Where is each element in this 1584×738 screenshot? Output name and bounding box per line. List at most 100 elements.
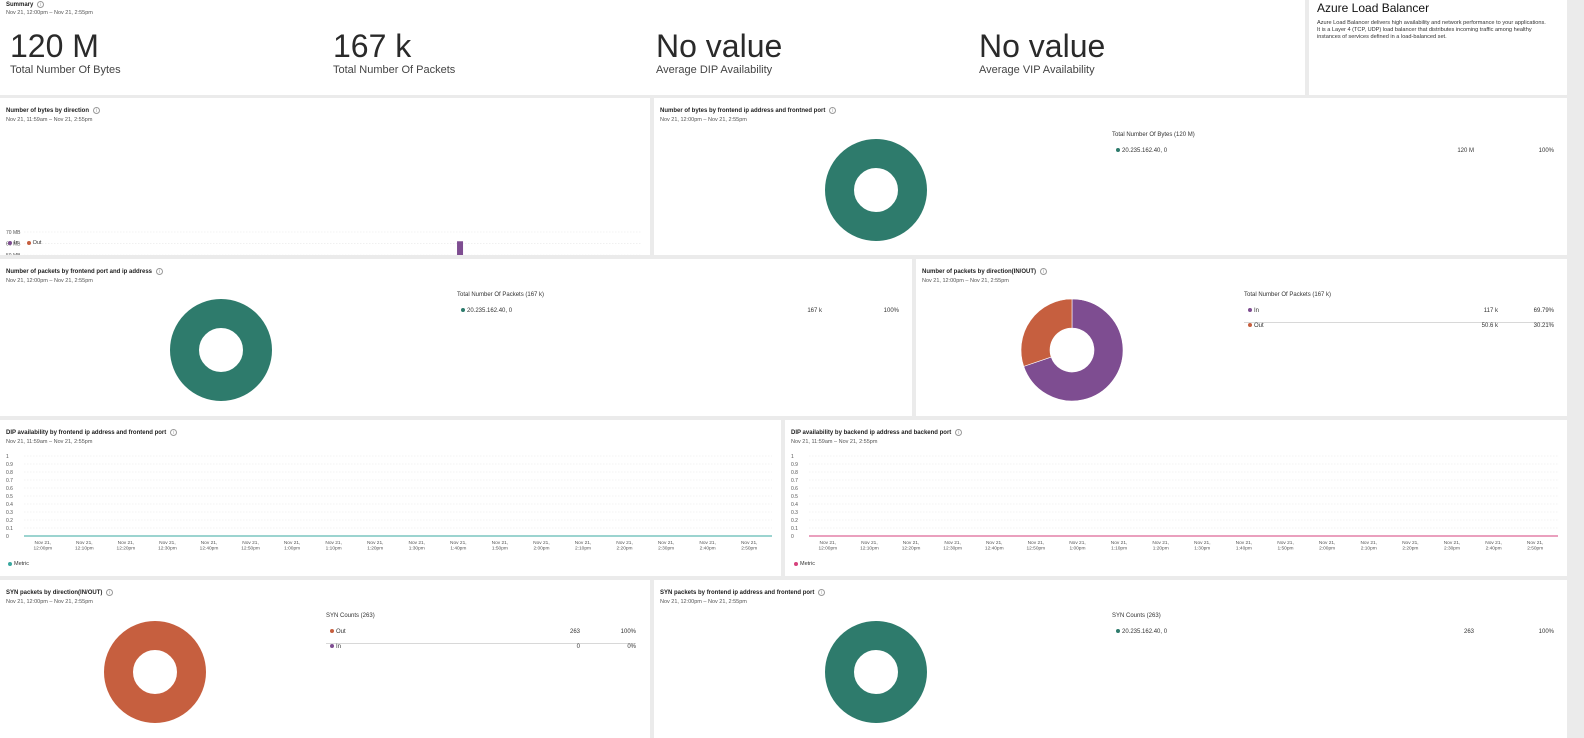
bytes-ip-donut[interactable] — [821, 135, 931, 245]
panel-subtitle: Nov 21, 12:00pm – Nov 21, 2:55pm — [6, 278, 93, 284]
y-tick-label: 0.9 — [6, 462, 13, 468]
legend-row[interactable]: 20.235.162.40, 0 263 100% — [1112, 629, 1554, 644]
panel-subtitle: Nov 21, 12:00pm – Nov 21, 2:55pm — [922, 278, 1009, 284]
stat-label: Average VIP Availability — [979, 64, 1095, 76]
legend-row-value: 50.6 k — [1481, 323, 1498, 329]
packets-ip-donut[interactable] — [166, 295, 276, 405]
dip-frontend-panel[interactable]: DIP availability by frontend ip address … — [0, 420, 781, 576]
panel-title: SYN packets by frontend ip address and f… — [660, 589, 826, 596]
legend-row-label: In — [1254, 308, 1260, 314]
legend-row-pct: 100% — [1538, 148, 1554, 154]
x-tick-label: Nov 21, — [1277, 540, 1294, 546]
y-tick-label: 0.6 — [791, 486, 798, 492]
legend-dot — [1248, 308, 1252, 313]
legend-row-value: 0 — [576, 644, 580, 650]
x-tick-label: 1:30pm — [409, 546, 425, 552]
info-icon[interactable]: i — [106, 589, 114, 596]
y-tick-label: 0.5 — [6, 494, 13, 500]
y-tick-label: 1 — [6, 454, 9, 460]
x-tick-label: 2:10pm — [575, 546, 591, 552]
stat-label: Average DIP Availability — [656, 64, 773, 76]
legend-row[interactable]: In 0 0% — [326, 644, 636, 659]
panel-title-text: SYN packets by direction(IN/OUT) — [6, 589, 103, 596]
x-tick-label: Nov 21, — [1527, 540, 1544, 546]
legend-row[interactable]: Out 50.6 k 30.21% — [1244, 323, 1554, 338]
x-tick-label: Nov 21, — [118, 540, 135, 546]
packets-direction-donut[interactable] — [1017, 295, 1127, 405]
x-tick-label: 1:10pm — [326, 546, 342, 552]
stat-total-packets: 167 k Total Number Of Packets — [333, 28, 455, 76]
legend-label: Out — [32, 240, 42, 246]
x-tick-label: 1:30pm — [1194, 546, 1210, 552]
legend-item-metric[interactable]: Metric — [8, 561, 29, 567]
bytes-direction-chart[interactable]: 0 B10 MB20 MB30 MB40 MB50 MB60 MB70 MBNo… — [0, 98, 650, 255]
legend-dot — [8, 561, 12, 566]
stat-avg-dip: No value Average DIP Availability — [656, 28, 782, 76]
legend-row[interactable]: Out 263 100% — [326, 629, 636, 644]
chart-legend: In Out — [8, 240, 41, 246]
legend-item-metric[interactable]: Metric — [794, 561, 815, 567]
x-tick-label: 12:50pm — [241, 546, 260, 552]
x-tick-label: Nov 21, — [1360, 540, 1377, 546]
x-tick-label: Nov 21, — [159, 540, 176, 546]
syn-direction-panel[interactable]: SYN packets by direction(IN/OUT) i Nov 21… — [0, 580, 650, 738]
x-tick-label: Nov 21, — [76, 540, 93, 546]
stat-label: Total Number Of Bytes — [10, 64, 121, 76]
legend-row-pct: 100% — [620, 629, 636, 635]
x-tick-label: Nov 21, — [1028, 540, 1045, 546]
legend-table: SYN Counts (263) Out 263 100% In 0 0% — [326, 613, 636, 659]
legend-dot — [1116, 629, 1120, 634]
x-tick-label: Nov 21, — [1402, 540, 1419, 546]
legend-table-title: Total Number Of Packets (167 k) — [457, 292, 545, 298]
info-icon[interactable]: i — [1040, 268, 1048, 275]
x-tick-label: 1:50pm — [1278, 546, 1294, 552]
y-tick-label: 50 MB — [6, 253, 21, 255]
legend-table-title: SYN Counts (263) — [326, 613, 375, 619]
x-tick-label: Nov 21, — [1152, 540, 1169, 546]
y-tick-label: 0.3 — [6, 510, 13, 516]
info-icon[interactable]: i — [156, 268, 164, 275]
panel-subtitle: Nov 21, 12:00pm – Nov 21, 2:55pm — [6, 599, 93, 605]
x-tick-label: Nov 21, — [699, 540, 716, 546]
info-icon[interactable]: i — [829, 107, 837, 114]
info-icon[interactable]: i — [818, 589, 826, 596]
syn-ip-donut[interactable] — [821, 617, 931, 727]
syn-ip-panel[interactable]: SYN packets by frontend ip address and f… — [654, 580, 1567, 738]
legend-table-title: SYN Counts (263) — [1112, 613, 1161, 619]
x-tick-label: Nov 21, — [575, 540, 592, 546]
x-tick-label: 1:10pm — [1111, 546, 1127, 552]
legend-dot — [330, 629, 334, 634]
x-tick-label: 2:20pm — [617, 546, 633, 552]
x-tick-label: 2:50pm — [741, 546, 757, 552]
bytes-by-ip-panel[interactable]: Number of bytes by frontend ip address a… — [654, 98, 1567, 255]
bytes-by-direction-panel[interactable]: Number of bytes by direction i Nov 21, 11… — [0, 98, 650, 255]
syn-direction-donut[interactable] — [100, 617, 210, 727]
legend-dot — [8, 240, 12, 245]
legend-table: Total Number Of Bytes (120 M) 20.235.162… — [1112, 132, 1554, 163]
legend-row-label: 20.235.162.40, 0 — [467, 308, 513, 314]
dip-frontend-chart[interactable]: 00.10.20.30.40.50.60.70.80.91Nov 21,12:0… — [0, 420, 781, 576]
x-tick-label: Nov 21, — [658, 540, 675, 546]
legend-row-name: 20.235.162.40, 0 — [1116, 148, 1167, 154]
legend-row[interactable]: 20.235.162.40, 0 120 M 100% — [1112, 148, 1554, 163]
legend-row-label: 20.235.162.40, 0 — [1122, 148, 1168, 154]
y-tick-label: 0.7 — [791, 478, 798, 484]
summary-panel: Summary i Nov 21, 12:00pm – Nov 21, 2:55p… — [0, 0, 1305, 95]
legend-item-out[interactable]: Out — [26, 240, 42, 246]
legend-row[interactable]: In 117 k 69.79% — [1244, 308, 1554, 323]
dip-backend-chart[interactable]: 00.10.20.30.40.50.60.70.80.91Nov 21,12:0… — [785, 420, 1567, 576]
dip-backend-panel[interactable]: DIP availability by backend ip address a… — [785, 420, 1567, 576]
legend-label: Metric — [800, 561, 815, 567]
legend-item-in[interactable]: In — [8, 240, 19, 246]
info-icon[interactable]: i — [37, 1, 45, 8]
x-tick-label: Nov 21, — [1111, 540, 1128, 546]
summary-title-text: Summary — [6, 1, 34, 8]
packets-by-ip-panel[interactable]: Number of packets by frontend port and i… — [0, 259, 912, 416]
legend-row-value: 117 k — [1483, 308, 1498, 314]
x-tick-label: 2:20pm — [1402, 546, 1418, 552]
x-tick-label: 12:30pm — [158, 546, 177, 552]
legend-row[interactable]: 20.235.162.40, 0 167 k 100% — [457, 308, 899, 323]
packets-by-direction-panel[interactable]: Number of packets by direction(IN/OUT) i … — [916, 259, 1567, 416]
y-tick-label: 1 — [791, 454, 794, 460]
legend-dot — [794, 561, 798, 566]
